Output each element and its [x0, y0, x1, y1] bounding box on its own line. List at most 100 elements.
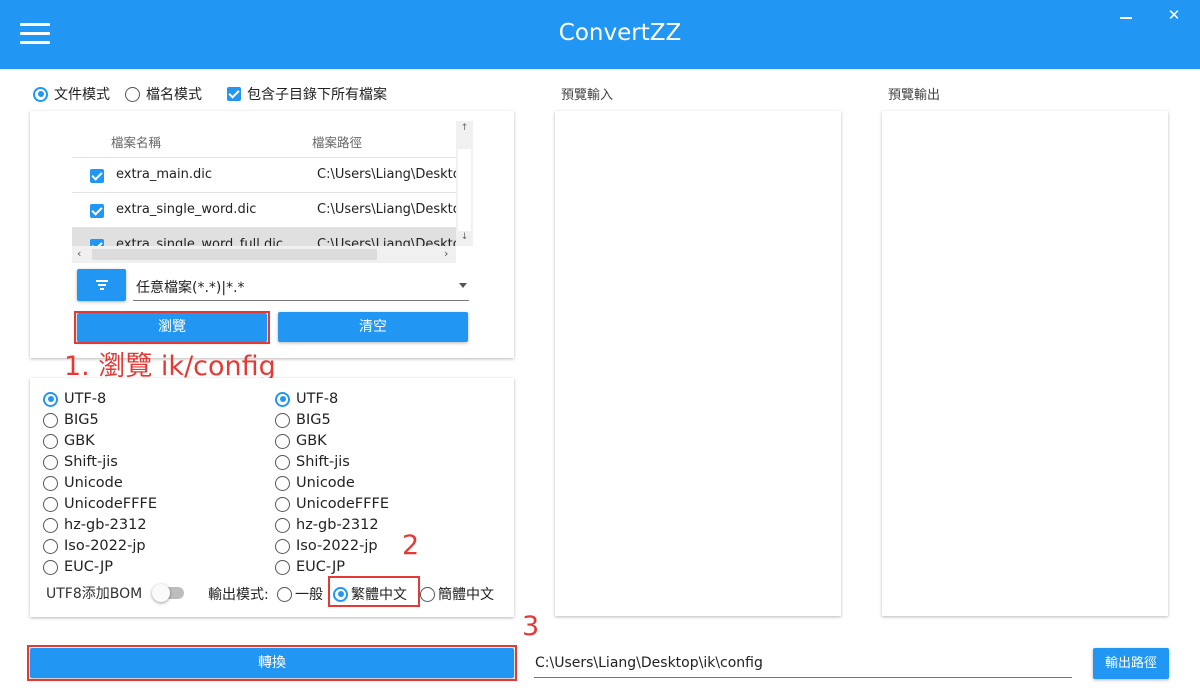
scroll-left-icon[interactable]: ‹ — [77, 247, 81, 260]
row-checkbox[interactable] — [90, 239, 104, 246]
input-encoding-radio[interactable] — [43, 475, 58, 491]
output-encoding-radio[interactable] — [275, 475, 290, 491]
input-encoding-radio[interactable] — [43, 433, 58, 449]
output-mode-general-radio[interactable] — [277, 586, 292, 602]
preview-output-panel[interactable] — [882, 111, 1168, 616]
input-encoding-option[interactable]: hz-gb-2312 — [43, 517, 147, 533]
annotation-step3: 3 — [522, 611, 540, 642]
output-mode-general-label: 一般 — [295, 587, 323, 603]
file-mode-option[interactable]: 文件模式 — [33, 84, 110, 104]
row-checkbox[interactable] — [90, 169, 104, 183]
input-encoding-label: Iso-2022-jp — [64, 538, 146, 554]
output-encoding-option[interactable]: Unicode — [275, 475, 355, 491]
horizontal-scrollbar[interactable]: ‹ › — [72, 246, 456, 263]
output-mode-label: 輸出模式: — [208, 587, 269, 603]
file-grid[interactable]: 檔案名稱 檔案路徑 extra_main.dic C:\Users\Liang\… — [72, 121, 456, 246]
file-name-cell: extra_main.dic — [116, 167, 212, 182]
input-encoding-radio[interactable] — [43, 496, 58, 512]
input-encoding-option[interactable]: EUC-JP — [43, 559, 113, 575]
name-mode-option[interactable]: 檔名模式 — [125, 84, 202, 104]
output-encoding-radio[interactable] — [275, 412, 290, 428]
output-encoding-label: Shift-jis — [296, 454, 350, 470]
output-encoding-radio[interactable] — [275, 433, 290, 449]
scroll-up-icon[interactable]: ↑ — [456, 123, 473, 133]
output-encoding-radio[interactable] — [275, 559, 290, 575]
include-subfolders-option[interactable]: 包含子目錄下所有檔案 — [227, 84, 387, 104]
output-mode-simplified-option[interactable]: 簡體中文 — [420, 584, 494, 604]
file-mode-radio[interactable] — [33, 86, 48, 102]
horizontal-scroll-thumb[interactable] — [92, 249, 377, 260]
minimize-icon[interactable] — [1120, 10, 1134, 24]
input-encoding-option[interactable]: Iso-2022-jp — [43, 538, 146, 554]
file-path-cell: C:\Users\Liang\Desktop\ — [317, 237, 456, 246]
include-subfolders-label: 包含子目錄下所有檔案 — [247, 87, 387, 103]
output-encoding-option[interactable]: BIG5 — [275, 412, 331, 428]
output-encoding-label: UnicodeFFFE — [296, 496, 389, 512]
name-mode-radio[interactable] — [125, 86, 140, 102]
input-encoding-label: BIG5 — [64, 412, 99, 428]
input-encoding-option[interactable]: Shift-jis — [43, 454, 118, 470]
input-encoding-option[interactable]: Unicode — [43, 475, 123, 491]
vertical-scroll-thumb[interactable] — [458, 149, 471, 231]
input-encoding-option[interactable]: UnicodeFFFE — [43, 496, 157, 512]
input-encoding-option[interactable]: UTF-8 — [43, 391, 106, 407]
output-path-input[interactable]: C:\Users\Liang\Desktop\ik\config — [534, 648, 1072, 678]
input-encoding-label: GBK — [64, 433, 95, 449]
chevron-down-icon — [459, 283, 467, 288]
output-encoding-radio[interactable] — [275, 496, 290, 512]
output-encoding-option[interactable]: GBK — [275, 433, 327, 449]
column-header-path[interactable]: 檔案路徑 — [312, 132, 362, 151]
input-encoding-radio[interactable] — [43, 559, 58, 575]
file-name-cell: extra_single_word.dic — [116, 202, 257, 217]
output-mode-general-option[interactable]: 一般 — [277, 584, 323, 604]
bom-label: UTF8添加BOM — [46, 586, 143, 602]
input-encoding-label: UTF-8 — [64, 391, 107, 407]
input-encoding-radio[interactable] — [43, 391, 58, 407]
row-checkbox[interactable] — [90, 204, 104, 218]
include-subfolders-checkbox[interactable] — [227, 87, 241, 101]
close-icon[interactable]: ✕ — [1166, 6, 1182, 24]
file-mode-label: 文件模式 — [54, 87, 110, 103]
output-encoding-option[interactable]: EUC-JP — [275, 559, 345, 575]
input-encoding-radio[interactable] — [43, 412, 58, 428]
output-encoding-option[interactable]: UnicodeFFFE — [275, 496, 389, 512]
preview-input-label: 預覽輸入 — [561, 88, 614, 103]
table-row[interactable]: extra_single_word.dic C:\Users\Liang\Des… — [72, 193, 456, 228]
input-encoding-radio[interactable] — [43, 517, 58, 533]
output-encoding-radio[interactable] — [275, 391, 290, 407]
output-encoding-radio[interactable] — [275, 538, 290, 554]
input-encoding-label: EUC-JP — [64, 559, 113, 575]
output-path-button[interactable]: 輸出路徑 — [1093, 648, 1169, 679]
input-encoding-label: hz-gb-2312 — [64, 517, 147, 533]
input-encoding-label: UnicodeFFFE — [64, 496, 157, 512]
file-filter-value: 任意檔案(*.*)|*.* — [136, 280, 245, 296]
filter-button[interactable] — [77, 269, 126, 301]
bom-toggle[interactable] — [152, 584, 184, 602]
clear-button[interactable]: 清空 — [278, 312, 468, 342]
output-encoding-option[interactable]: UTF-8 — [275, 391, 338, 407]
output-encoding-option[interactable]: hz-gb-2312 — [275, 517, 379, 533]
column-header-name[interactable]: 檔案名稱 — [111, 132, 161, 151]
output-encoding-label: GBK — [296, 433, 327, 449]
scroll-right-icon[interactable]: › — [444, 247, 448, 260]
input-encoding-radio[interactable] — [43, 454, 58, 470]
vertical-scrollbar[interactable]: ↑ ↓ — [456, 121, 473, 246]
table-row[interactable]: extra_main.dic C:\Users\Liang\Desktop\ — [72, 158, 456, 193]
file-path-cell: C:\Users\Liang\Desktop\ — [317, 167, 456, 182]
output-encoding-radio[interactable] — [275, 517, 290, 533]
output-mode-simplified-radio[interactable] — [420, 586, 435, 602]
output-encoding-option[interactable]: Iso-2022-jp — [275, 538, 378, 554]
file-filter-select[interactable]: 任意檔案(*.*)|*.* — [133, 272, 469, 301]
preview-input-panel[interactable] — [555, 111, 841, 616]
annotation-box-browse — [74, 311, 270, 344]
table-row[interactable]: extra_single_word_full.dic C:\Users\Lian… — [72, 228, 456, 246]
input-encoding-option[interactable]: BIG5 — [43, 412, 99, 428]
output-encoding-label: BIG5 — [296, 412, 331, 428]
output-encoding-radio[interactable] — [275, 454, 290, 470]
input-encoding-label: Shift-jis — [64, 454, 118, 470]
scroll-down-icon[interactable]: ↓ — [456, 232, 473, 242]
input-encoding-radio[interactable] — [43, 538, 58, 554]
output-encoding-option[interactable]: Shift-jis — [275, 454, 350, 470]
input-encoding-option[interactable]: GBK — [43, 433, 95, 449]
name-mode-label: 檔名模式 — [146, 87, 202, 103]
